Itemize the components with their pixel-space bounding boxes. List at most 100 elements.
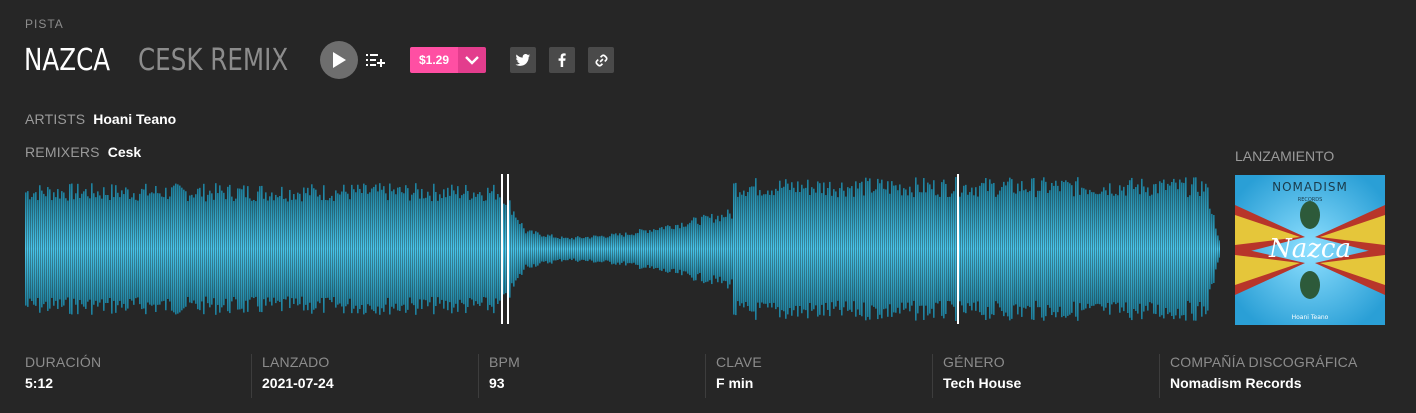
waveform-bar bbox=[595, 235, 597, 263]
waveform-bar bbox=[807, 179, 809, 319]
waveform-bar bbox=[447, 187, 449, 311]
waveform-bar bbox=[83, 191, 85, 307]
meta-value[interactable]: Tech House bbox=[943, 375, 1021, 391]
waveform-bar bbox=[823, 182, 825, 316]
waveform-bar bbox=[617, 235, 619, 263]
waveform-bar bbox=[789, 189, 791, 309]
waveform-bar bbox=[537, 232, 539, 266]
waveform-bar bbox=[509, 200, 511, 298]
waveform-bar bbox=[177, 184, 179, 314]
waveform-bar bbox=[515, 217, 517, 281]
waveform[interactable] bbox=[25, 170, 1220, 328]
waveform-bar bbox=[755, 178, 757, 320]
waveform-bar bbox=[803, 188, 805, 310]
play-button[interactable] bbox=[320, 41, 358, 79]
waveform-bar bbox=[669, 226, 671, 272]
remixer-link[interactable]: Cesk bbox=[108, 144, 141, 160]
waveform-bar bbox=[97, 191, 99, 307]
waveform-bar bbox=[1135, 187, 1137, 311]
link-icon bbox=[594, 53, 608, 67]
waveform-bar bbox=[873, 191, 875, 307]
waveform-bar bbox=[737, 196, 739, 302]
waveform-bar bbox=[819, 183, 821, 315]
waveform-bar bbox=[1219, 240, 1220, 258]
waveform-bar bbox=[285, 198, 287, 300]
waveform-bar bbox=[1049, 190, 1051, 308]
waveform-bar bbox=[1029, 190, 1031, 308]
waveform-bar bbox=[695, 217, 697, 281]
release-cover-art[interactable]: NOMADISM RECORDS Nazca Hoani Teano bbox=[1235, 175, 1385, 325]
waveform-bar bbox=[69, 184, 71, 314]
waveform-bar bbox=[1137, 184, 1139, 314]
waveform-bar bbox=[861, 181, 863, 317]
twitter-share-button[interactable] bbox=[510, 47, 536, 73]
waveform-bar bbox=[647, 232, 649, 266]
waveform-bar bbox=[735, 182, 737, 316]
waveform-bar bbox=[497, 193, 499, 305]
waveform-bar bbox=[267, 200, 269, 298]
waveform-bar bbox=[291, 199, 293, 299]
waveform-bar bbox=[809, 195, 811, 303]
copy-link-button[interactable] bbox=[588, 47, 614, 73]
waveform-bar bbox=[1009, 177, 1011, 321]
waveform-bar bbox=[1179, 179, 1181, 319]
play-icon bbox=[333, 52, 346, 68]
waveform-bar bbox=[375, 184, 377, 314]
waveform-bar bbox=[765, 194, 767, 304]
waveform-bar bbox=[403, 193, 405, 305]
waveform-bar bbox=[121, 190, 123, 308]
meta-bpm: BPM 93 bbox=[479, 354, 520, 398]
waveform-bar bbox=[161, 196, 163, 302]
playhead-marker bbox=[501, 174, 503, 324]
waveform-bar bbox=[931, 189, 933, 309]
waveform-bar bbox=[443, 189, 445, 309]
waveform-bar bbox=[697, 223, 699, 275]
waveform-bar bbox=[195, 194, 197, 304]
waveform-bar bbox=[1209, 208, 1211, 290]
waveform-bar bbox=[557, 237, 559, 261]
waveform-bar bbox=[1199, 195, 1201, 303]
waveform-bar bbox=[33, 193, 35, 305]
waveform-bar bbox=[323, 185, 325, 313]
waveform-bar bbox=[385, 193, 387, 305]
waveform-bar bbox=[633, 235, 635, 263]
waveform-bar bbox=[961, 192, 963, 306]
waveform-bar bbox=[883, 188, 885, 310]
meta-label-company[interactable]: COMPAÑÍA DISCOGRÁFICA Nomadism Records bbox=[1160, 354, 1358, 398]
waveform-bar bbox=[1169, 185, 1171, 313]
waveform-bar bbox=[425, 197, 427, 301]
cover-artist: Hoani Teano bbox=[1292, 314, 1329, 321]
waveform-bar bbox=[919, 192, 921, 306]
waveform-bar bbox=[253, 199, 255, 299]
waveform-bar bbox=[1127, 185, 1129, 313]
waveform-bar bbox=[303, 187, 305, 311]
waveform-bar bbox=[461, 195, 463, 303]
waveform-bar bbox=[905, 189, 907, 309]
waveform-bar bbox=[345, 191, 347, 307]
meta-genre[interactable]: GÉNERO Tech House bbox=[933, 354, 1021, 398]
price-dropdown-button[interactable] bbox=[458, 47, 486, 73]
waveform-bar bbox=[1193, 177, 1195, 321]
waveform-bar bbox=[681, 222, 683, 276]
waveform-bar bbox=[887, 181, 889, 317]
waveform-bar bbox=[849, 188, 851, 310]
waveform-bar bbox=[473, 192, 475, 306]
add-to-queue-button[interactable] bbox=[366, 50, 386, 70]
waveform-bar bbox=[757, 195, 759, 303]
waveform-bar bbox=[393, 189, 395, 309]
waveform-bar bbox=[367, 193, 369, 305]
waveform-bar bbox=[747, 191, 749, 307]
price-button[interactable]: $1.29 bbox=[410, 47, 458, 73]
meta-value[interactable]: Nomadism Records bbox=[1170, 375, 1358, 391]
waveform-bar bbox=[871, 192, 873, 306]
waveform-bar bbox=[977, 196, 979, 302]
facebook-share-button[interactable] bbox=[549, 47, 575, 73]
waveform-bar bbox=[565, 237, 567, 261]
waveform-bar bbox=[857, 188, 859, 310]
buy-button-group: $1.29 bbox=[410, 47, 486, 73]
waveform-bar bbox=[531, 230, 533, 268]
artist-link[interactable]: Hoani Teano bbox=[93, 111, 176, 127]
waveform-bar bbox=[233, 201, 235, 297]
waveform-bar bbox=[963, 185, 965, 313]
waveform-bar bbox=[357, 184, 359, 314]
